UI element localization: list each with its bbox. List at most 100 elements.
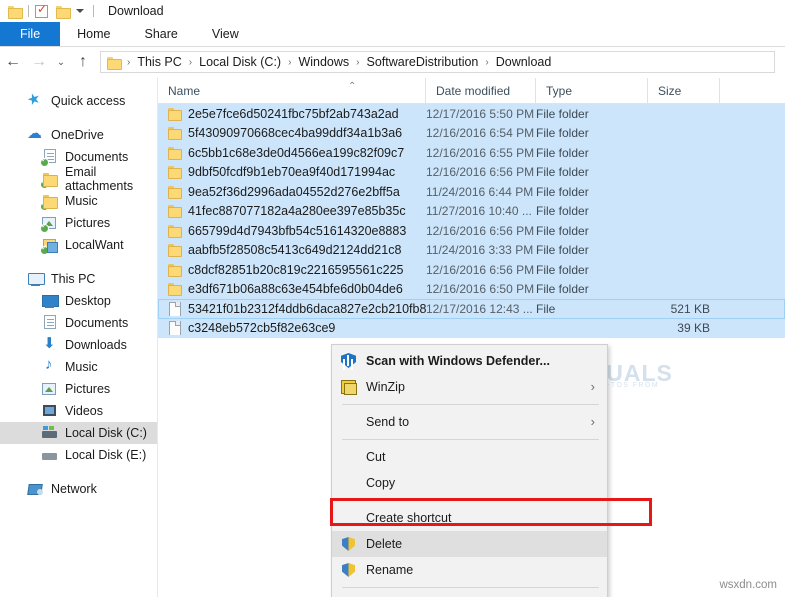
breadcrumb-separator: › bbox=[127, 56, 131, 68]
cell-date-modified: 12/16/2016 6:55 PM bbox=[426, 145, 535, 160]
cell-date-modified: 12/16/2016 6:56 PM bbox=[426, 262, 535, 277]
chevron-right-icon: › bbox=[590, 414, 595, 429]
cell-name: c3248eb572cb5f82e63ce9 bbox=[158, 321, 426, 336]
table-row[interactable]: c3248eb572cb5f82e63ce9 39 KB bbox=[158, 318, 785, 338]
breadcrumb-local-disk-c[interactable]: Local Disk (C:) bbox=[196, 55, 284, 69]
folder-icon bbox=[168, 263, 182, 277]
table-row[interactable]: 9ea52f36d2996ada04552d276e2bff5a 11/24/20… bbox=[158, 182, 785, 202]
file-name-label: 9dbf50fcdf9b1eb70ea9f40d171994ac bbox=[188, 165, 396, 180]
menu-item-send-to[interactable]: Send to › bbox=[332, 409, 607, 435]
table-row[interactable]: 6c5bb1c68e3de0d4566ea199c82f09c7 12/16/20… bbox=[158, 143, 785, 163]
file-name-label: c3248eb572cb5f82e63ce9 bbox=[188, 321, 336, 336]
table-row[interactable]: 5f43090970668cec4ba99ddf34a1b3a6 12/16/20… bbox=[158, 123, 785, 143]
menu-item-create-shortcut[interactable]: Create shortcut bbox=[332, 505, 607, 531]
column-header-size[interactable]: Size bbox=[648, 78, 720, 104]
sidebar-item-email-attachments[interactable]: Email attachments bbox=[0, 165, 157, 193]
tab-home[interactable]: Home bbox=[60, 22, 127, 46]
menu-item-copy[interactable]: Copy bbox=[332, 470, 607, 496]
tab-view[interactable]: View bbox=[195, 22, 256, 46]
column-header-name[interactable]: Name ⌃ bbox=[158, 78, 426, 104]
up-button[interactable]: ↑ bbox=[70, 49, 96, 75]
tab-file[interactable]: File bbox=[0, 22, 61, 46]
folder-icon[interactable] bbox=[8, 5, 23, 19]
table-row[interactable]: c8dcf82851b20c819c2216595561c225 12/16/20… bbox=[158, 260, 785, 280]
sidebar-item-localwant[interactable]: LocalWant bbox=[0, 234, 157, 256]
customize-dropdown-icon[interactable] bbox=[73, 4, 87, 18]
toolbar-divider-2 bbox=[93, 5, 94, 17]
menu-item-delete[interactable]: Delete bbox=[332, 531, 607, 557]
sidebar-item-label: Videos bbox=[65, 404, 103, 418]
forward-button[interactable]: → bbox=[26, 49, 52, 75]
cell-name: 9dbf50fcdf9b1eb70ea9f40d171994ac bbox=[158, 165, 426, 180]
menu-item-rename[interactable]: Rename bbox=[332, 557, 607, 583]
table-row[interactable]: aabfb5f28508c5413c649d2124dd21c8 11/24/20… bbox=[158, 240, 785, 260]
network-icon bbox=[28, 481, 44, 497]
menu-item-scan-with-windows-defender[interactable]: Scan with Windows Defender... bbox=[332, 348, 607, 374]
window-title: Download bbox=[108, 4, 164, 18]
folder-icon bbox=[168, 126, 182, 141]
desktop-icon bbox=[42, 293, 59, 309]
sidebar-item-quick-access[interactable]: Quick access bbox=[0, 90, 157, 112]
column-header-date-modified[interactable]: Date modified bbox=[426, 78, 536, 104]
toolbar-divider bbox=[28, 5, 29, 17]
breadcrumb-download[interactable]: Download bbox=[493, 55, 555, 69]
breadcrumb-this-pc[interactable]: This PC bbox=[134, 55, 184, 69]
sidebar-item-this-pc[interactable]: This PC bbox=[0, 268, 157, 290]
address-folder-icon bbox=[107, 56, 122, 70]
file-name-label: e3df671b06a88c63e454bfe6d0b04de6 bbox=[188, 282, 403, 297]
column-label: Name bbox=[168, 83, 201, 98]
sidebar-item-label: OneDrive bbox=[51, 128, 104, 142]
computer-icon bbox=[28, 271, 45, 287]
sidebar-item-local-disk-c[interactable]: Local Disk (C:) bbox=[0, 422, 157, 444]
sidebar-item-videos[interactable]: Videos bbox=[0, 400, 157, 422]
table-row[interactable]: 665799d4d7943bfb54c51614320e8883 12/16/20… bbox=[158, 221, 785, 241]
new-folder-icon[interactable] bbox=[56, 5, 71, 19]
table-row[interactable]: 41fec887077182a4a280ee397e85b35c 11/27/20… bbox=[158, 201, 785, 221]
breadcrumb-softwaredistribution[interactable]: SoftwareDistribution bbox=[364, 55, 482, 69]
sidebar-item-pictures[interactable]: Pictures bbox=[0, 378, 157, 400]
address-bar[interactable]: › This PC › Local Disk (C:) › Windows › … bbox=[100, 51, 775, 73]
document-icon bbox=[42, 315, 58, 331]
table-row[interactable]: 9dbf50fcdf9b1eb70ea9f40d171994ac 12/16/20… bbox=[158, 162, 785, 182]
menu-item-winzip[interactable]: WinZip › bbox=[332, 374, 607, 400]
file-name-label: 9ea52f36d2996ada04552d276e2bff5a bbox=[188, 184, 400, 199]
context-menu: Scan with Windows Defender... WinZip › Send… bbox=[331, 344, 608, 597]
sidebar-item-documents[interactable]: Documents bbox=[0, 312, 157, 334]
table-row[interactable]: 53421f01b2312f4ddb6daca827e2cb210fb8... 1… bbox=[158, 299, 785, 319]
tab-share[interactable]: Share bbox=[128, 22, 195, 46]
menu-item-label: WinZip bbox=[366, 380, 405, 394]
sidebar-item-desktop[interactable]: Desktop bbox=[0, 290, 157, 312]
sidebar-item-music[interactable]: Music bbox=[0, 356, 157, 378]
table-row[interactable]: 2e5e7fce6d50241fbc75bf2ab743a2ad 12/17/20… bbox=[158, 104, 785, 124]
cell-name: 9ea52f36d2996ada04552d276e2bff5a bbox=[158, 185, 426, 199]
sidebar-item-local-disk-e[interactable]: Local Disk (E:) bbox=[0, 444, 157, 466]
sidebar-item-onedrive-pictures[interactable]: Pictures bbox=[0, 212, 157, 234]
navigation-bar: ← → ⌄ ↑ › This PC › Local Disk (C:) › Wi… bbox=[0, 47, 785, 77]
menu-item-label: Scan with Windows Defender... bbox=[366, 354, 550, 368]
sidebar-item-onedrive-music[interactable]: Music bbox=[0, 190, 157, 212]
folder-icon bbox=[168, 165, 182, 180]
cell-type: File folder bbox=[536, 106, 589, 121]
menu-item-cut[interactable]: Cut bbox=[332, 444, 607, 470]
table-row[interactable]: e3df671b06a88c63e454bfe6d0b04de6 12/16/20… bbox=[158, 279, 785, 299]
menu-item-properties[interactable]: Properties bbox=[332, 592, 607, 597]
cell-name: 53421f01b2312f4ddb6daca827e2cb210fb8... bbox=[158, 301, 426, 316]
folder-icon bbox=[168, 224, 182, 238]
recent-locations-button[interactable]: ⌄ bbox=[52, 49, 70, 75]
column-header-type[interactable]: Type bbox=[536, 78, 648, 104]
pictures-icon bbox=[42, 381, 58, 397]
sidebar-item-downloads[interactable]: Downloads bbox=[0, 334, 157, 356]
sidebar-item-label: Music bbox=[65, 360, 98, 374]
folder-icon bbox=[168, 204, 182, 219]
breadcrumb-windows[interactable]: Windows bbox=[295, 55, 352, 69]
properties-icon[interactable] bbox=[35, 3, 48, 18]
sidebar-item-network[interactable]: Network bbox=[0, 478, 157, 500]
cell-date-modified: 12/17/2016 12:43 ... bbox=[426, 301, 533, 316]
sidebar-item-onedrive[interactable]: OneDrive bbox=[0, 124, 157, 146]
ribbon-tabs: File Home Share View bbox=[0, 22, 785, 47]
back-button[interactable]: ← bbox=[0, 49, 26, 75]
file-name-label: 5f43090970668cec4ba99ddf34a1b3a6 bbox=[188, 126, 403, 141]
disk-icon bbox=[42, 447, 58, 463]
cell-type: File folder bbox=[536, 184, 589, 199]
